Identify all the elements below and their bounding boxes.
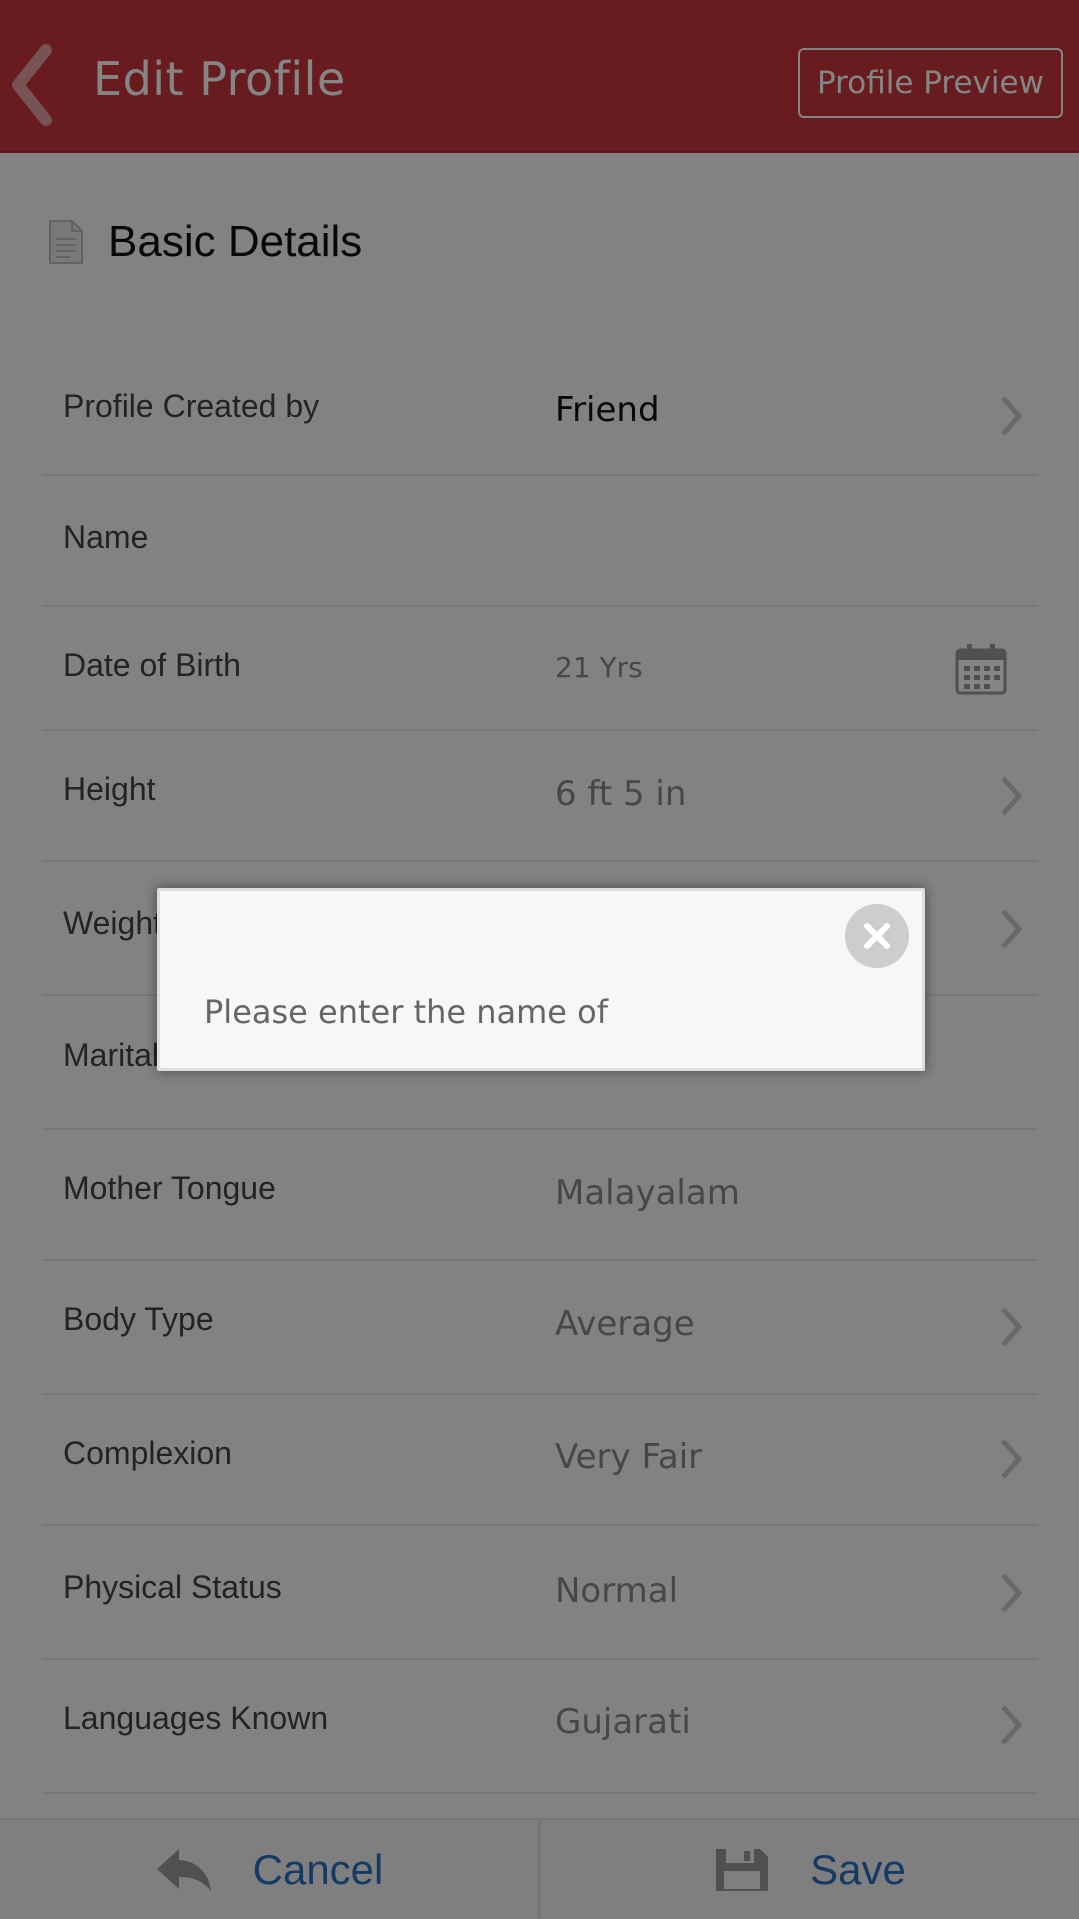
- close-icon: [864, 923, 890, 949]
- dialog-message: Please enter the name of: [204, 993, 608, 1031]
- alert-dialog: Please enter the name of: [157, 888, 925, 1071]
- close-button[interactable]: [845, 904, 909, 968]
